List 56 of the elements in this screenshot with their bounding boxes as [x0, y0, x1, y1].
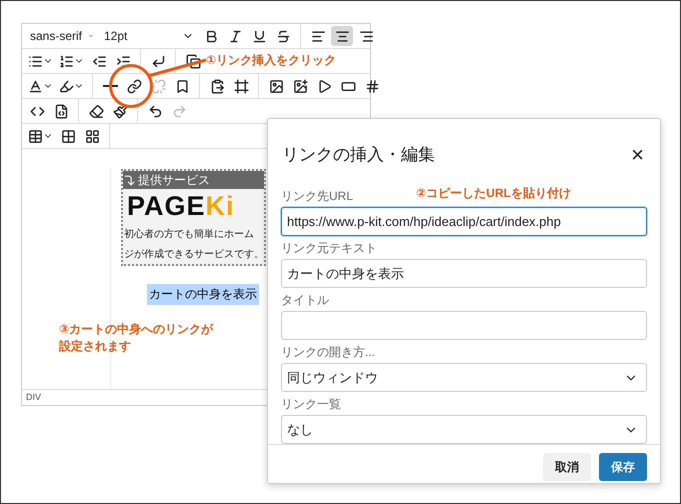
media-icon — [316, 78, 332, 94]
card-text: 初心者の方でも簡単にホーム — [123, 228, 255, 242]
numbered-list-icon — [59, 54, 74, 68]
undo-icon — [148, 104, 162, 118]
align-center-icon — [334, 28, 350, 44]
link-icon — [126, 78, 142, 94]
leader-line — [147, 58, 207, 78]
text-color-icon — [28, 78, 43, 94]
field-label: リンク先URL — [281, 188, 354, 205]
table-cells-icon — [60, 128, 76, 144]
number-icon — [364, 78, 380, 94]
redo-icon — [172, 104, 186, 118]
select-field[interactable]: なし — [281, 415, 647, 444]
underline-icon — [252, 28, 266, 44]
table-merge-icon — [84, 128, 100, 144]
image-icon — [268, 78, 284, 94]
table-icon — [28, 128, 43, 144]
close-button[interactable]: × — [631, 144, 644, 166]
card-title: 提供サービス — [138, 172, 210, 188]
annotation-text: ②コピーしたURLを貼り付け — [416, 185, 571, 202]
link-text: カートの中身を表示 — [147, 284, 259, 305]
annotation-text: ③カートの中身へのリンクが設定されます — [59, 321, 214, 355]
align-center-button[interactable] — [331, 26, 353, 46]
card-text: ジが作成できるサービスです。 — [123, 248, 264, 262]
field-label: リンク元テキスト — [281, 240, 377, 257]
unlink-icon — [150, 78, 166, 94]
image-edit-icon — [292, 78, 308, 94]
align-left-icon — [310, 28, 326, 44]
horizontal-rule-icon — [102, 85, 118, 87]
font-family-select[interactable]: sans-serif — [26, 26, 98, 46]
input-field[interactable]: https://www.p-kit.com/hp/ideaclip/cart/index.php — [281, 207, 647, 236]
bullet-list-icon — [28, 54, 43, 68]
eraser-icon — [88, 104, 104, 118]
logo-text: PAGEKi — [126, 190, 236, 223]
align-right-icon — [358, 28, 374, 44]
highlight-circle — [108, 63, 154, 109]
field-label: タイトル — [281, 292, 329, 309]
highlight-icon — [59, 78, 74, 94]
paintbrush-icon — [112, 104, 128, 118]
field-label: リンクの開き方... — [281, 344, 376, 361]
outdent-icon — [92, 54, 106, 68]
paste-icon — [210, 78, 224, 94]
input-field[interactable] — [281, 311, 647, 340]
copy-icon — [186, 54, 200, 68]
save-button[interactable]: 保存 — [599, 453, 647, 481]
code-file-icon — [54, 104, 68, 118]
dialog-title: リンクの挿入・編集 — [282, 144, 435, 166]
cancel-button[interactable]: 取消 — [543, 453, 591, 481]
font-size-select[interactable]: 12pt — [100, 26, 198, 46]
italic-icon — [228, 28, 242, 44]
select-field[interactable]: 同じウィンドウ — [281, 363, 647, 392]
line-break-icon — [150, 54, 166, 68]
strikethrough-icon — [276, 28, 290, 44]
bookmark-icon — [174, 78, 190, 94]
annotation-text: ①リンク挿入をクリック — [206, 52, 336, 69]
input-field[interactable]: カートの中身を表示 — [281, 259, 647, 288]
